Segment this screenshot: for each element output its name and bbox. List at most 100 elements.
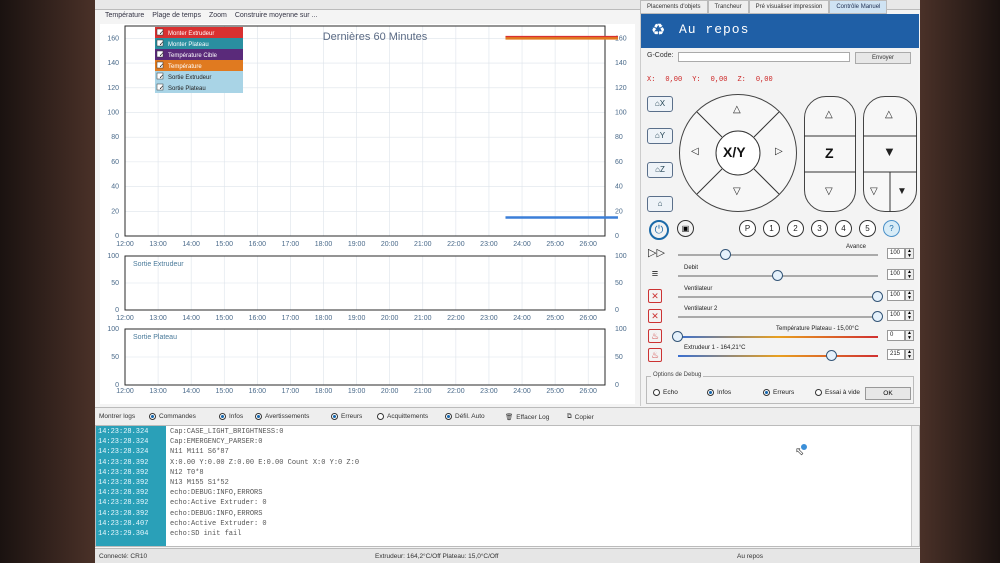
home-all-button[interactable]: ⌂ <box>647 196 673 212</box>
home-y-button[interactable]: ⌂Y <box>647 128 673 144</box>
slider-knob[interactable] <box>772 270 783 281</box>
y-minus-arrow-icon[interactable]: ▽ <box>733 186 741 197</box>
extruder-heat-icon[interactable]: ♨ <box>648 348 662 362</box>
park-button[interactable]: P <box>739 220 756 237</box>
chart-title: Sortie Extrudeur <box>133 261 184 268</box>
extrude-arrow-icon[interactable]: ▼ <box>897 186 907 197</box>
power-icon[interactable]: ⏻ <box>649 220 669 240</box>
log-scrollbar[interactable] <box>911 426 919 546</box>
slider-knob[interactable] <box>672 331 683 342</box>
log-timestamp: 14:23:28.324 <box>98 448 149 457</box>
log-message: echo:Active Extruder: 0 <box>170 499 267 508</box>
macro-3-button[interactable]: 3 <box>811 220 828 237</box>
toggle-on-icon[interactable] <box>445 413 452 420</box>
log-toolbar-item-3[interactable]: Avertissements <box>255 413 309 420</box>
slider-value-input[interactable]: 0 <box>887 330 905 341</box>
debug-option-toggle[interactable] <box>763 389 770 396</box>
legend-check-icon: ✓ <box>159 42 164 48</box>
spinner-arrows-icon[interactable]: ▲ ▼ <box>905 290 914 301</box>
x-tick-label: 12:00 <box>116 388 134 395</box>
slider-knob[interactable] <box>872 291 883 302</box>
bed-heat-icon[interactable]: ♨ <box>648 329 662 343</box>
log-toolbar-item-6[interactable]: Défil. Auto <box>445 413 485 420</box>
slider-knob[interactable] <box>826 350 837 361</box>
y-plus-arrow-icon[interactable]: △ <box>733 104 741 115</box>
slider-track[interactable] <box>678 254 878 256</box>
z-home-button[interactable]: Z <box>825 145 834 161</box>
menu-time-range[interactable]: Plage de temps <box>152 12 201 19</box>
debug-option-0[interactable]: Echo <box>653 389 678 396</box>
slider-value-input[interactable]: 215 <box>887 349 905 360</box>
log-toolbar-item-1[interactable]: Commandes <box>149 413 196 420</box>
log-toolbar-item-8[interactable]: ⧉ Copier <box>567 413 594 421</box>
retract-arrow-icon[interactable]: ▽ <box>870 186 878 197</box>
slider-track[interactable] <box>678 336 878 338</box>
spinner-arrows-icon[interactable]: ▲ ▼ <box>905 330 914 341</box>
y-tick-label-left: 0 <box>115 382 119 389</box>
log-toolbar-label: Défil. Auto <box>455 413 485 420</box>
x-minus-arrow-icon[interactable]: ◁ <box>691 146 699 157</box>
toggle-on-icon[interactable] <box>255 413 262 420</box>
macro-1-button[interactable]: 1 <box>763 220 780 237</box>
debug-option-3[interactable]: Essai à vide <box>815 389 860 396</box>
toggle-on-icon[interactable] <box>219 413 226 420</box>
debug-ok-button[interactable]: OK <box>865 387 911 400</box>
slider-value-input[interactable]: 100 <box>887 290 905 301</box>
slider-track[interactable] <box>678 316 878 318</box>
feedrate-icon[interactable]: ▷▷ <box>648 247 665 261</box>
x-plus-arrow-icon[interactable]: ▷ <box>775 146 783 157</box>
debug-option-toggle[interactable] <box>815 389 822 396</box>
toggle-off-icon[interactable] <box>377 413 384 420</box>
x-tick-label: 25:00 <box>546 315 564 322</box>
slider-row-5: ♨ Extrudeur 1 - 164,21°C 215 ▲ ▼ <box>646 345 916 365</box>
xy-home-button[interactable]: X/Y <box>723 144 746 160</box>
macro-5-button[interactable]: 5 <box>859 220 876 237</box>
log-toolbar-item-0[interactable]: Montrer logs <box>99 413 135 420</box>
flow-icon[interactable]: ≡ <box>648 268 662 282</box>
spinner-arrows-icon[interactable]: ▲ ▼ <box>905 310 914 321</box>
toggle-on-icon[interactable] <box>149 413 156 420</box>
menu-temperature[interactable]: Température <box>105 12 144 19</box>
spinner-arrows-icon[interactable]: ▲ ▼ <box>905 269 914 280</box>
x-tick-label: 14:00 <box>182 241 200 248</box>
spinner-arrows-icon[interactable]: ▲ ▼ <box>905 349 914 360</box>
help-button[interactable]: ? <box>883 220 900 237</box>
stop-button[interactable]: ▣ <box>677 220 694 237</box>
log-toolbar-item-2[interactable]: Infos <box>219 413 243 420</box>
debug-option-toggle[interactable] <box>707 389 714 396</box>
slider-value-input[interactable]: 100 <box>887 269 905 280</box>
slider-knob[interactable] <box>872 311 883 322</box>
extrude-up-arrow-icon[interactable]: △ <box>885 109 893 120</box>
log-toolbar-item-5[interactable]: Acquittements <box>377 413 428 420</box>
tab-manual-control[interactable]: Contrôle Manuel <box>829 0 888 14</box>
temperature-charts: 12:00 13:00 14:00 15:00 16:00 17:00 18:00 19:00… <box>107 25 627 395</box>
send-button[interactable]: Envoyer <box>855 52 911 64</box>
debug-option-1[interactable]: Infos <box>707 389 731 396</box>
slider-track[interactable] <box>678 355 878 357</box>
tab-print-preview[interactable]: Pré visualiser impression <box>748 0 830 14</box>
slider-value-input[interactable]: 100 <box>887 310 905 321</box>
slider-knob[interactable] <box>720 249 731 260</box>
z-down-arrow-icon[interactable]: ▽ <box>825 186 833 197</box>
debug-option-toggle[interactable] <box>653 389 660 396</box>
home-z-button[interactable]: ⌂Z <box>647 162 673 178</box>
gcode-input[interactable] <box>678 52 850 62</box>
menu-average[interactable]: Construire moyenne sur ... <box>235 12 317 19</box>
slider-value-input[interactable]: 100 <box>887 248 905 259</box>
menu-zoom[interactable]: Zoom <box>209 12 227 19</box>
log-toolbar-item-7[interactable]: 🗑 Effacer Log <box>505 413 549 422</box>
fan-icon[interactable]: ✕ <box>648 289 662 303</box>
x-tick-label: 15:00 <box>215 241 233 248</box>
z-up-arrow-icon[interactable]: △ <box>825 109 833 120</box>
toggle-on-icon[interactable] <box>331 413 338 420</box>
home-x-button[interactable]: ⌂X <box>647 96 673 112</box>
tab-object-placement[interactable]: Placements d'objets <box>640 0 708 14</box>
log-toolbar-item-4[interactable]: Erreurs <box>331 413 362 420</box>
fan2-icon[interactable]: ✕ <box>648 309 662 323</box>
spinner-arrows-icon[interactable]: ▲ ▼ <box>905 248 914 259</box>
macro-4-button[interactable]: 4 <box>835 220 852 237</box>
debug-option-2[interactable]: Erreurs <box>763 389 794 396</box>
macro-2-button[interactable]: 2 <box>787 220 804 237</box>
slider-track[interactable] <box>678 296 878 298</box>
tab-slicer[interactable]: Trancheur <box>707 0 749 14</box>
